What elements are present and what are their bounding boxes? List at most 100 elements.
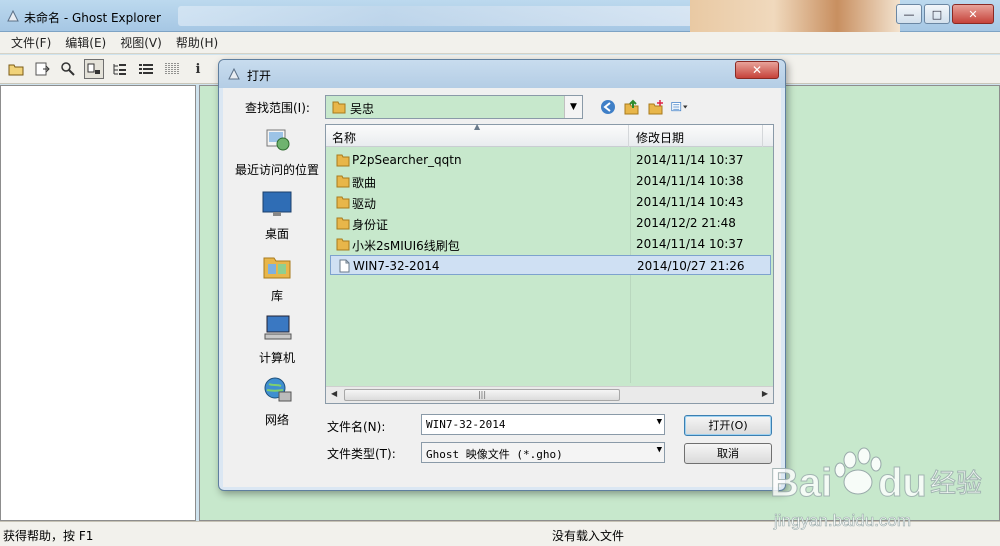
file-name: 歌曲 xyxy=(352,176,377,190)
scroll-left-icon[interactable]: ◀ xyxy=(331,389,337,398)
place-desktop[interactable]: 桌面 xyxy=(229,190,325,242)
statusbar: 获得帮助，按 F1 没有载入文件 xyxy=(0,521,1000,546)
view-large-icon[interactable] xyxy=(84,59,104,79)
computer-icon xyxy=(264,315,292,340)
extract-icon[interactable] xyxy=(32,59,52,79)
file-row-selected[interactable]: WIN7-32-2014 2014/10/27 21:26 xyxy=(330,255,771,275)
close-button[interactable]: ✕ xyxy=(952,4,994,24)
file-row[interactable]: P2pSearcher_qqtn 2014/11/14 10:37 xyxy=(330,150,771,170)
place-network-label: 网络 xyxy=(264,413,289,427)
main-titlebar: 未命名 - Ghost Explorer — □ ✕ xyxy=(0,0,1000,32)
file-date: 2014/11/14 10:37 xyxy=(636,237,744,251)
look-in-select[interactable]: 吴忠 ▼ xyxy=(325,95,583,119)
file-list[interactable]: ▲ 名称 修改日期 P2pSearcher_qqtn 2014/11/14 10… xyxy=(325,122,774,404)
desktop-icon xyxy=(262,191,292,216)
file-date: 2014/11/14 10:37 xyxy=(636,153,744,167)
file-date: 2014/12/2 21:48 xyxy=(636,216,736,230)
dialog-body: 查找范围(I): 吴忠 ▼ 最近访问的位置 桌面 库 计算机 网络 ▲ 名称 修… xyxy=(223,88,781,487)
info-icon[interactable]: i xyxy=(188,59,208,79)
file-name: P2pSearcher_qqtn xyxy=(352,153,462,167)
folder-icon xyxy=(336,175,350,188)
scroll-right-icon[interactable]: ▶ xyxy=(762,389,768,398)
file-row[interactable]: 小米2sMIUI6线刷包 2014/11/14 10:37 xyxy=(330,234,771,254)
menu-view[interactable]: 视图(V) xyxy=(113,34,169,51)
column-date[interactable]: 修改日期 xyxy=(636,129,684,146)
filename-value: WIN7-32-2014 xyxy=(426,418,506,431)
background-window-strip xyxy=(178,6,698,26)
menubar: 文件(F) 编辑(E) 视图(V) 帮助(H) xyxy=(0,32,1000,54)
find-icon[interactable] xyxy=(58,59,78,79)
place-libraries[interactable]: 库 xyxy=(229,252,325,304)
maximize-button[interactable]: □ xyxy=(924,4,950,24)
file-icon xyxy=(339,259,350,273)
open-dialog: 打开 ✕ 查找范围(I): 吴忠 ▼ 最近访问的位置 桌面 库 计算机 网络 ▲… xyxy=(218,59,786,491)
open-icon[interactable] xyxy=(6,59,26,79)
view-tree-icon[interactable] xyxy=(110,59,130,79)
recent-places-icon xyxy=(266,129,290,151)
dialog-titlebar: 打开 ✕ xyxy=(219,60,785,88)
place-desktop-label: 桌面 xyxy=(264,227,289,241)
sort-ascending-icon: ▲ xyxy=(474,122,481,131)
dialog-title: 打开 xyxy=(247,69,272,83)
look-in-value: 吴忠 xyxy=(350,102,375,116)
dialog-close-button[interactable]: ✕ xyxy=(735,61,779,79)
place-recent-label: 最近访问的位置 xyxy=(234,163,319,177)
file-list-header: ▲ 名称 修改日期 xyxy=(326,122,773,147)
place-network[interactable]: 网络 xyxy=(229,376,325,428)
status-help: 获得帮助，按 F1 xyxy=(3,529,94,543)
file-name: WIN7-32-2014 xyxy=(353,259,440,273)
filetype-value: Ghost 映像文件 (*.gho) xyxy=(426,448,563,461)
back-icon[interactable] xyxy=(599,98,617,116)
file-row[interactable]: 驱动 2014/11/14 10:43 xyxy=(330,192,771,212)
window-title: 未命名 - Ghost Explorer xyxy=(24,11,161,25)
chevron-down-icon[interactable]: ▼ xyxy=(657,417,662,427)
ghost-app-icon xyxy=(7,9,19,22)
places-bar: 最近访问的位置 桌面 库 计算机 网络 xyxy=(229,124,325,454)
view-list-icon[interactable] xyxy=(136,59,156,79)
place-computer[interactable]: 计算机 xyxy=(229,314,325,366)
background-photo xyxy=(690,0,900,32)
folder-icon xyxy=(336,238,350,251)
chevron-down-icon[interactable]: ▼ xyxy=(564,96,582,118)
file-date: 2014/11/14 10:43 xyxy=(636,195,744,209)
place-computer-label: 计算机 xyxy=(258,351,295,365)
menu-file[interactable]: 文件(F) xyxy=(4,34,58,51)
new-folder-icon[interactable] xyxy=(647,98,665,116)
chevron-down-icon[interactable]: ▼ xyxy=(657,445,662,455)
tree-pane[interactable] xyxy=(0,85,196,521)
up-folder-icon[interactable] xyxy=(623,98,641,116)
minimize-button[interactable]: — xyxy=(896,4,922,24)
horizontal-scrollbar[interactable]: ◀ ||| ▶ xyxy=(326,386,773,403)
network-icon xyxy=(264,377,292,402)
view-details-icon[interactable] xyxy=(162,59,182,79)
file-date: 2014/11/14 10:38 xyxy=(636,174,744,188)
place-recent[interactable]: 最近访问的位置 xyxy=(229,126,325,178)
filetype-label: 文件类型(T): xyxy=(327,447,396,461)
menu-help[interactable]: 帮助(H) xyxy=(169,34,225,51)
file-name: 身份证 xyxy=(352,218,389,232)
file-row[interactable]: 歌曲 2014/11/14 10:38 xyxy=(330,171,771,191)
ghost-dialog-icon xyxy=(228,67,240,80)
folder-icon xyxy=(336,217,350,230)
file-name: 驱动 xyxy=(352,197,377,211)
filename-input[interactable]: WIN7-32-2014 ▼ xyxy=(421,414,665,435)
folder-icon xyxy=(332,101,346,114)
place-libraries-label: 库 xyxy=(270,289,283,303)
folder-icon xyxy=(336,154,350,167)
folder-icon xyxy=(336,196,350,209)
file-row[interactable]: 身份证 2014/12/2 21:48 xyxy=(330,213,771,233)
libraries-icon xyxy=(263,257,291,279)
column-separator[interactable] xyxy=(628,125,629,147)
file-date: 2014/10/27 21:26 xyxy=(637,259,745,273)
cancel-button[interactable]: 取消 xyxy=(684,443,772,464)
column-separator[interactable] xyxy=(762,125,763,147)
open-button[interactable]: 打开(O) xyxy=(684,415,772,436)
menu-edit[interactable]: 编辑(E) xyxy=(58,34,113,51)
column-name[interactable]: 名称 xyxy=(332,129,356,146)
look-in-label: 查找范围(I): xyxy=(245,101,310,115)
filetype-select[interactable]: Ghost 映像文件 (*.gho) ▼ xyxy=(421,442,665,463)
scroll-thumb[interactable]: ||| xyxy=(344,389,620,401)
view-menu-icon[interactable] xyxy=(671,98,689,116)
filename-label: 文件名(N): xyxy=(327,420,386,434)
status-state: 没有载入文件 xyxy=(552,529,625,543)
